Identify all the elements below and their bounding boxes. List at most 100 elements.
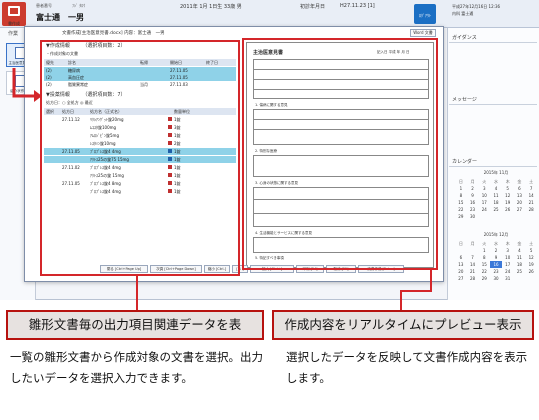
calendar-day[interactable]: 15 [455, 199, 467, 206]
calendar-day[interactable]: 2 [490, 247, 502, 254]
calendar-day[interactable]: 27 [514, 206, 526, 213]
pointer-arrow-icon [12, 68, 42, 102]
calendar-weekday: 日 [458, 179, 463, 184]
calendar-day[interactable]: 13 [514, 192, 526, 199]
callout-body-right: 選択したデータを反映して文書作成内容を表示します。 [286, 350, 528, 385]
calendar-day[interactable]: 24 [478, 206, 490, 213]
calendar-day[interactable]: 12 [525, 254, 537, 261]
calendar-day[interactable]: 31 [502, 275, 514, 282]
calendar-day[interactable]: 28 [467, 275, 479, 282]
calendar-day[interactable]: 11 [490, 192, 502, 199]
calendar-day[interactable]: 8 [478, 254, 490, 261]
calendar-day[interactable]: 16 [467, 199, 479, 206]
calendar-day[interactable]: 6 [514, 185, 526, 192]
calendar-day[interactable]: 21 [525, 199, 537, 206]
calendar-day[interactable]: 9 [490, 254, 502, 261]
calendar-day[interactable]: 21 [467, 268, 479, 275]
calendar-grid: 日月火水木金土 1 2 3 4 5 6 7 8 9 10 11 12 13 14 15 16 17 18 19 20 21… [455, 178, 537, 220]
calendar-day[interactable]: 26 [502, 206, 514, 213]
calendar-weekday: 火 [482, 179, 487, 184]
calendar-day[interactable]: 24 [502, 268, 514, 275]
calendar-day[interactable]: 26 [525, 268, 537, 275]
calendar-day[interactable]: 29 [455, 213, 467, 220]
logout-button[interactable]: ﾛｸﾞｱｳﾄ [414, 4, 436, 24]
divider [449, 166, 537, 167]
calendar-day[interactable]: 22 [455, 206, 467, 213]
calendar-day[interactable]: 19 [502, 199, 514, 206]
callout-body-left: 一覧の雛形文書から作成対象の文書を選択。出力したいデータを選択入力できます。 [10, 350, 263, 385]
calendar-day[interactable]: 2 [467, 185, 479, 192]
calendar-weekday: 日 [458, 241, 463, 246]
calendar-weekday: 土 [529, 241, 534, 246]
calendar-day[interactable]: 1 [478, 247, 490, 254]
calendar-day[interactable]: 7 [467, 254, 479, 261]
calendar-day[interactable]: 10 [502, 254, 514, 261]
calendar-weekday: 木 [505, 179, 510, 184]
message-heading: メッセージ [452, 97, 477, 103]
visit-status: H27.11.23 [1] [340, 3, 375, 9]
calendar-day[interactable]: 14 [525, 192, 537, 199]
calendar-day[interactable]: 25 [490, 206, 502, 213]
patient-kana: ﾌｼﾞ ﾀﾛｳ [72, 3, 86, 8]
calendar-day [455, 247, 467, 254]
calendar-day[interactable]: 22 [478, 268, 490, 275]
calendar-day [467, 247, 479, 254]
calendar-day[interactable]: 23 [490, 268, 502, 275]
calendar-day[interactable]: 16 [490, 261, 502, 268]
calendar-weekday: 月 [470, 241, 475, 246]
calendar-day[interactable]: 1 [455, 185, 467, 192]
connector-line [400, 290, 432, 292]
sidebar-tab-work[interactable]: 作業 [8, 30, 18, 37]
calendar-day[interactable]: 12 [502, 192, 514, 199]
connector-line [430, 268, 432, 291]
calendar-day[interactable]: 18 [490, 199, 502, 206]
current-datetime: 平成27年12月16日 12:36 [452, 4, 501, 9]
calendar-weekday: 金 [517, 179, 522, 184]
calendar-day[interactable]: 7 [525, 185, 537, 192]
calendar-weekday: 水 [493, 241, 498, 246]
patient-birth-info: 2011年 1月 1日生 33歳 男 [180, 4, 242, 10]
patient-id-label: 患者番号 [36, 3, 52, 8]
connector-line [136, 276, 138, 310]
calendar-day[interactable]: 29 [478, 275, 490, 282]
calendar-day[interactable]: 28 [525, 206, 537, 213]
calendar-day[interactable]: 3 [502, 247, 514, 254]
calendar-day[interactable]: 3 [478, 185, 490, 192]
guidance-heading: ガイダンス [452, 35, 477, 41]
calendar-month-2: 2015年 12月 日月火水木金土 1 2 3 4 5 6 7 8 9 10 11 12 13 14 15 16… [455, 232, 537, 282]
calendar-day[interactable]: 11 [514, 254, 526, 261]
calendar-day[interactable]: 14 [467, 261, 479, 268]
document-icon [8, 6, 20, 16]
calendar-day[interactable]: 18 [514, 261, 526, 268]
calendar-day[interactable]: 17 [502, 261, 514, 268]
calendar-weekday: 土 [529, 179, 534, 184]
calendar-weekday: 月 [470, 179, 475, 184]
calendar-day[interactable]: 25 [514, 268, 526, 275]
calendar-day[interactable]: 30 [467, 213, 479, 220]
calendar-day[interactable]: 20 [514, 199, 526, 206]
calendar-day[interactable]: 10 [478, 192, 490, 199]
calendar-day[interactable]: 13 [455, 261, 467, 268]
calendar-day[interactable]: 15 [478, 261, 490, 268]
patient-name: 富士通 一男 [36, 13, 84, 22]
highlight-frame-preview [242, 38, 438, 270]
word-document-button[interactable]: Word 文書 [410, 29, 436, 37]
callout-title-right: 作成内容をリアルタイムにプレビュー表示 [272, 310, 534, 340]
calendar-day[interactable]: 5 [502, 185, 514, 192]
dialog-title: 文書作成[主治医意見書.docx] 内容：富士通 一男 [62, 31, 165, 36]
calendar-day[interactable]: 4 [490, 185, 502, 192]
calendar-day[interactable]: 19 [525, 261, 537, 268]
calendar-grid: 日月火水木金土 1 2 3 4 5 6 7 8 9 10 11 12 13 14 15 16 17 18 19 20 21… [455, 240, 537, 282]
calendar-day[interactable]: 5 [525, 247, 537, 254]
calendar-day[interactable]: 17 [478, 199, 490, 206]
calendar-day[interactable]: 30 [490, 275, 502, 282]
calendar-day[interactable]: 20 [455, 268, 467, 275]
calendar-day[interactable]: 6 [455, 254, 467, 261]
calendar-day[interactable]: 8 [455, 192, 467, 199]
calendar-day[interactable]: 9 [467, 192, 479, 199]
calendar-day[interactable]: 23 [467, 206, 479, 213]
calendar-day[interactable]: 4 [514, 247, 526, 254]
calendar-weekday: 金 [517, 241, 522, 246]
calendar-weekday: 木 [505, 241, 510, 246]
calendar-day[interactable]: 27 [455, 275, 467, 282]
